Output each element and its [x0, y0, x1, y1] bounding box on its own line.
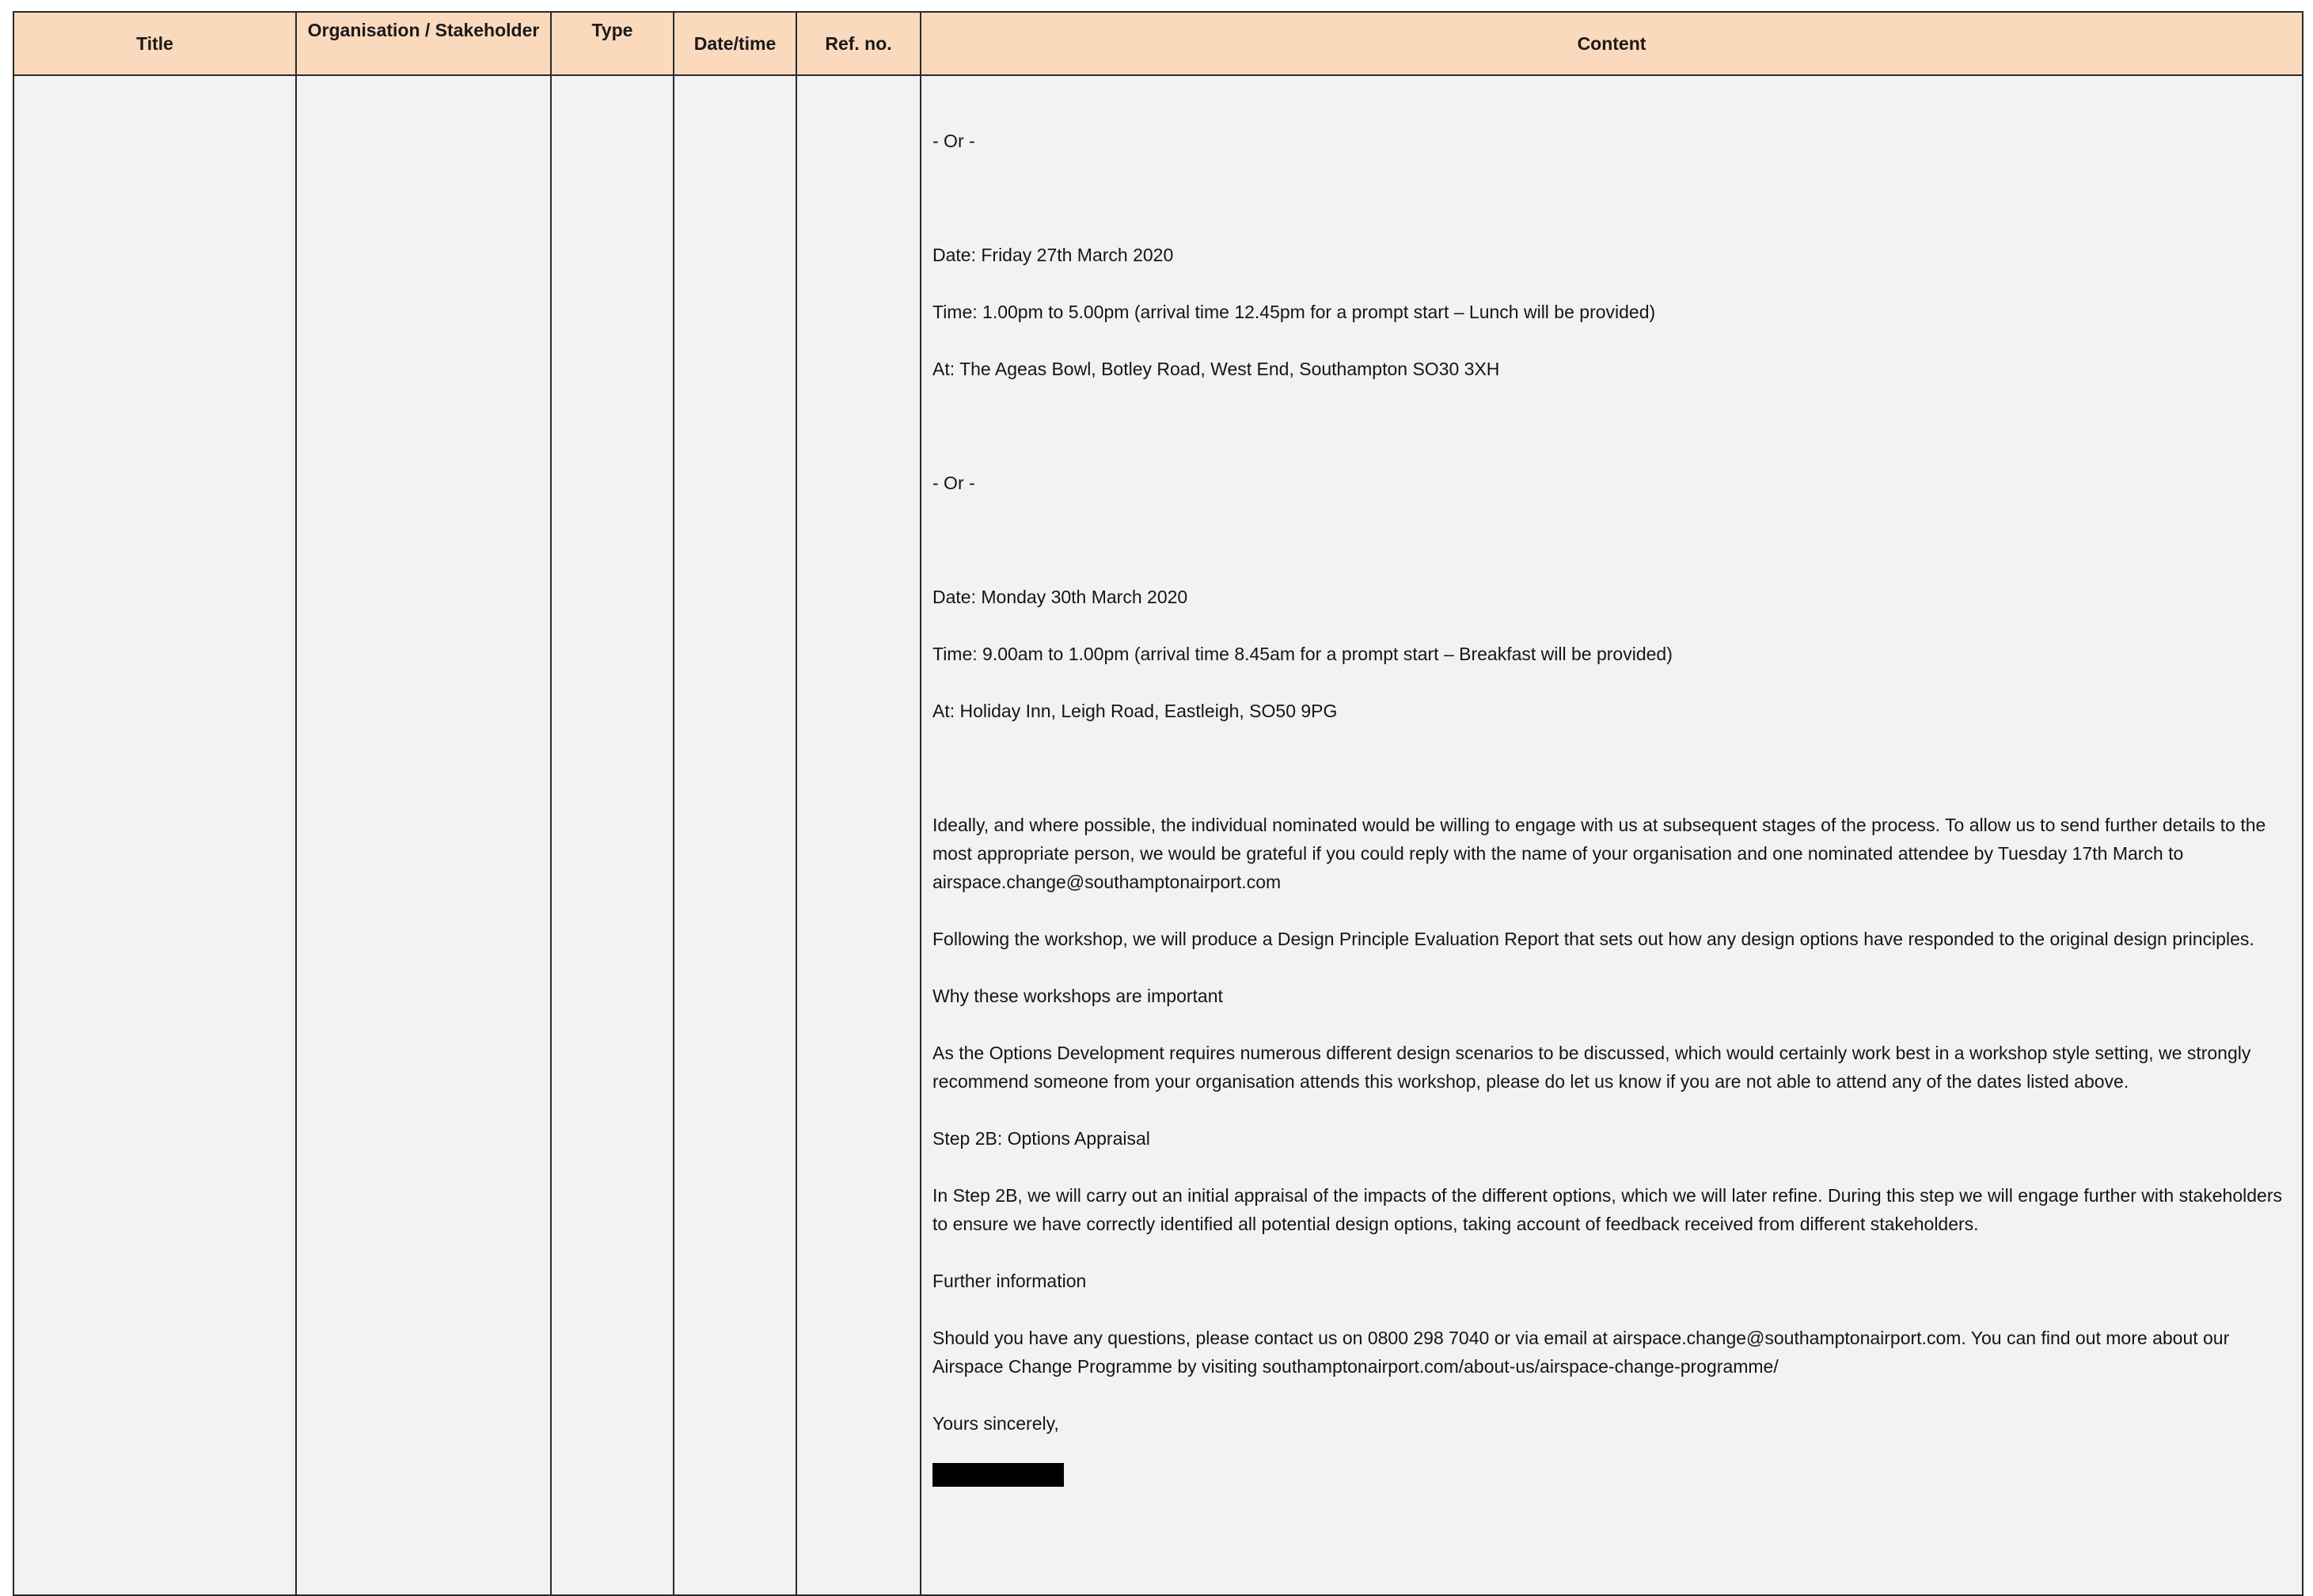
cell-content: - Or - Date: Friday 27th March 2020 Time… — [920, 74, 2304, 1596]
cell-organisation — [295, 74, 552, 1596]
workshop-venue-2: At: Holiday Inn, Leigh Road, Eastleigh, … — [932, 701, 1338, 721]
table-row: - Or - Date: Friday 27th March 2020 Time… — [13, 74, 2304, 1596]
workshop-time-2: Time: 9.00am to 1.00pm (arrival time 8.4… — [932, 644, 1673, 664]
workshop-venue-1: At: The Ageas Bowl, Botley Road, West En… — [932, 359, 1500, 379]
header-organisation: Organisation / Stakeholder — [295, 11, 552, 76]
redacted-signature — [932, 1463, 1064, 1487]
further-info-paragraph: Should you have any questions, please co… — [932, 1328, 2230, 1377]
nomination-paragraph: Ideally, and where possible, the individ… — [932, 815, 2266, 892]
workshop-date-2: Date: Monday 30th March 2020 — [932, 587, 1188, 607]
header-content: Content — [920, 11, 2304, 76]
or-separator-1: - Or - — [932, 131, 975, 151]
header-title: Title — [13, 11, 297, 76]
cell-ref — [796, 74, 921, 1596]
header-row: Title Organisation / Stakeholder Type Da… — [13, 11, 2304, 76]
header-type: Type — [550, 11, 674, 76]
workshop-date-1: Date: Friday 27th March 2020 — [932, 245, 1174, 265]
why-paragraph: As the Options Development requires nume… — [932, 1043, 2251, 1092]
correspondence-table: Title Organisation / Stakeholder Type Da… — [13, 11, 2304, 1596]
header-ref: Ref. no. — [796, 11, 921, 76]
why-heading: Why these workshops are important — [932, 986, 1223, 1006]
letter-content: - Or - Date: Friday 27th March 2020 Time… — [932, 127, 2292, 1495]
signoff: Yours sincerely, — [932, 1413, 1059, 1434]
further-info-heading: Further information — [932, 1271, 1087, 1291]
cell-type — [550, 74, 674, 1596]
cell-datetime — [673, 74, 797, 1596]
step-2b-paragraph: In Step 2B, we will carry out an initial… — [932, 1185, 2282, 1234]
evaluation-report-paragraph: Following the workshop, we will produce … — [932, 929, 2254, 949]
step-2b-heading: Step 2B: Options Appraisal — [932, 1128, 1150, 1149]
cell-title — [13, 74, 297, 1596]
workshop-time-1: Time: 1.00pm to 5.00pm (arrival time 12.… — [932, 302, 1656, 322]
header-datetime: Date/time — [673, 11, 797, 76]
or-separator-2: - Or - — [932, 473, 975, 493]
